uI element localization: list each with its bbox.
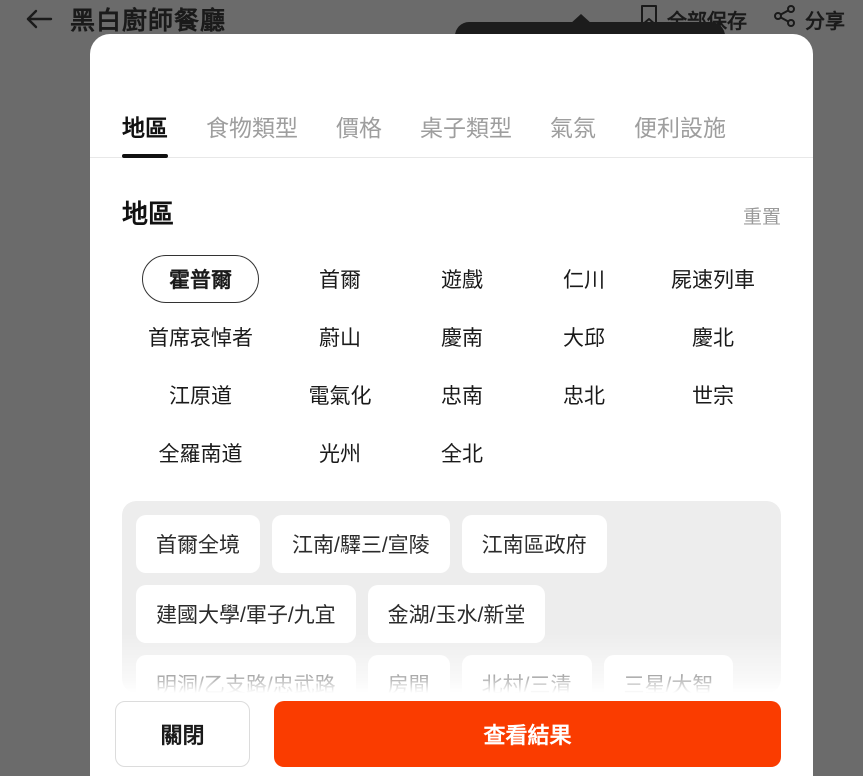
sub-region-chip[interactable]: 江南區政府 bbox=[461, 515, 607, 573]
tab-food-type[interactable]: 食物類型 bbox=[206, 109, 298, 157]
tab-price[interactable]: 價格 bbox=[336, 109, 382, 157]
sub-region-chip[interactable]: 金湖/玉水/新堂 bbox=[367, 585, 546, 643]
region-option-label: 忠北 bbox=[563, 385, 605, 408]
region-option[interactable]: 大邱 bbox=[523, 313, 645, 361]
region-option-label: 世宗 bbox=[692, 385, 734, 408]
sub-region-chip[interactable]: 北村/三清 bbox=[461, 655, 592, 693]
region-option[interactable]: 全北 bbox=[401, 429, 523, 477]
section-title: 地區 bbox=[122, 199, 175, 229]
region-option-label: 大邱 bbox=[563, 327, 605, 350]
region-option-label: 全羅南道 bbox=[158, 443, 243, 466]
section-header: 地區 重置 bbox=[122, 158, 781, 241]
region-option[interactable]: 遊戲 bbox=[401, 255, 523, 303]
region-option-label: 仁川 bbox=[563, 269, 605, 292]
view-results-button[interactable]: 查看結果 bbox=[274, 701, 781, 767]
filter-tabs: 地區 食物類型 價格 桌子類型 氣氛 便利設施 bbox=[90, 34, 813, 158]
region-option[interactable]: 電氣化 bbox=[279, 371, 401, 419]
region-option[interactable]: 首爾 bbox=[279, 255, 401, 303]
filter-modal: 地區 食物類型 價格 桌子類型 氣氛 便利設施 地區 重置 霍普爾 首爾 遊戲 仁川 屍… bbox=[90, 34, 813, 776]
region-option-label: 遊戲 bbox=[441, 269, 483, 292]
region-option[interactable]: 屍速列車 bbox=[645, 255, 781, 303]
app-header: 黑白廚師餐廳 全部保存 分享 bbox=[0, 0, 863, 38]
region-option[interactable]: 首席哀悼者 bbox=[122, 313, 279, 361]
share-icon bbox=[773, 4, 797, 34]
region-option-label: 忠南 bbox=[441, 385, 483, 408]
region-option[interactable]: 光州 bbox=[279, 429, 401, 477]
region-grid: 霍普爾 首爾 遊戲 仁川 屍速列車首席哀悼者 蔚山 慶南 大邱 慶北江原道 電氣化 忠南 忠北 世宗全羅… bbox=[122, 255, 781, 477]
region-option[interactable]: 忠北 bbox=[523, 371, 645, 419]
tab-table-type[interactable]: 桌子類型 bbox=[420, 109, 512, 157]
sub-region-chips: 首爾全境 江南/驛三/宣陵 江南區政府建國大學/軍子/九宜 金湖/玉水/新堂 明洞/乙支… bbox=[136, 515, 767, 693]
share-label: 分享 bbox=[805, 10, 845, 33]
sub-region-chip[interactable]: 房間 bbox=[367, 655, 450, 693]
region-option[interactable]: 世宗 bbox=[645, 371, 781, 419]
tab-food-type-label: 食物類型 bbox=[206, 115, 298, 141]
tab-atmosphere-label: 氣氛 bbox=[550, 115, 596, 141]
tab-amenities-label: 便利設施 bbox=[634, 115, 726, 141]
sub-region-chip[interactable]: 首爾全境 bbox=[136, 515, 260, 573]
region-option[interactable]: 蔚山 bbox=[279, 313, 401, 361]
region-option[interactable]: 霍普爾 bbox=[122, 255, 279, 303]
region-option-label: 光州 bbox=[319, 443, 361, 466]
tab-region[interactable]: 地區 bbox=[122, 109, 168, 158]
sub-region-chip[interactable]: 三星/大智 bbox=[603, 655, 734, 693]
filter-footer: 關閉 查看結果 bbox=[90, 698, 813, 776]
region-option-label: 慶北 bbox=[692, 327, 734, 350]
region-option-label: 江原道 bbox=[169, 385, 232, 408]
tab-region-label: 地區 bbox=[122, 115, 168, 141]
sub-region-chip[interactable]: 建國大學/軍子/九宜 bbox=[136, 585, 356, 643]
region-option[interactable]: 江原道 bbox=[122, 371, 279, 419]
tab-price-label: 價格 bbox=[336, 115, 382, 141]
region-option[interactable]: 慶南 bbox=[401, 313, 523, 361]
region-option-label: 慶南 bbox=[441, 327, 483, 350]
region-option-label: 霍普爾 bbox=[142, 255, 259, 303]
sub-region-chip[interactable]: 江南/驛三/宣陵 bbox=[272, 515, 450, 573]
sub-region-panel: 首爾全境 江南/驛三/宣陵 江南區政府建國大學/軍子/九宜 金湖/玉水/新堂 明洞/乙支… bbox=[122, 501, 781, 693]
region-option-label: 蔚山 bbox=[319, 327, 361, 350]
filter-body: 地區 重置 霍普爾 首爾 遊戲 仁川 屍速列車首席哀悼者 蔚山 慶南 大邱 慶北江原道 電氣化 忠南… bbox=[90, 158, 813, 698]
close-button[interactable]: 關閉 bbox=[115, 701, 250, 767]
region-option-label: 電氣化 bbox=[308, 385, 372, 408]
region-option-label: 首爾 bbox=[319, 269, 361, 292]
region-option[interactable]: 全羅南道 bbox=[122, 429, 279, 477]
tab-amenities[interactable]: 便利設施 bbox=[634, 109, 726, 157]
region-option[interactable]: 忠南 bbox=[401, 371, 523, 419]
share-action[interactable]: 分享 bbox=[773, 4, 845, 34]
region-option-label: 全北 bbox=[441, 443, 483, 466]
tooltip-arrow bbox=[570, 14, 592, 24]
app-title: 黑白廚師餐廳 bbox=[70, 7, 227, 35]
region-option[interactable]: 慶北 bbox=[645, 313, 781, 361]
region-option-label: 屍速列車 bbox=[671, 269, 755, 292]
tab-atmosphere[interactable]: 氣氛 bbox=[550, 109, 596, 157]
tab-table-type-label: 桌子類型 bbox=[420, 115, 512, 141]
region-option-label: 首席哀悼者 bbox=[148, 327, 253, 350]
arrow-left-icon[interactable] bbox=[24, 6, 54, 32]
region-option[interactable]: 仁川 bbox=[523, 255, 645, 303]
sub-region-chip[interactable]: 明洞/乙支路/忠武路 bbox=[136, 655, 356, 693]
reset-link[interactable]: 重置 bbox=[743, 202, 781, 229]
